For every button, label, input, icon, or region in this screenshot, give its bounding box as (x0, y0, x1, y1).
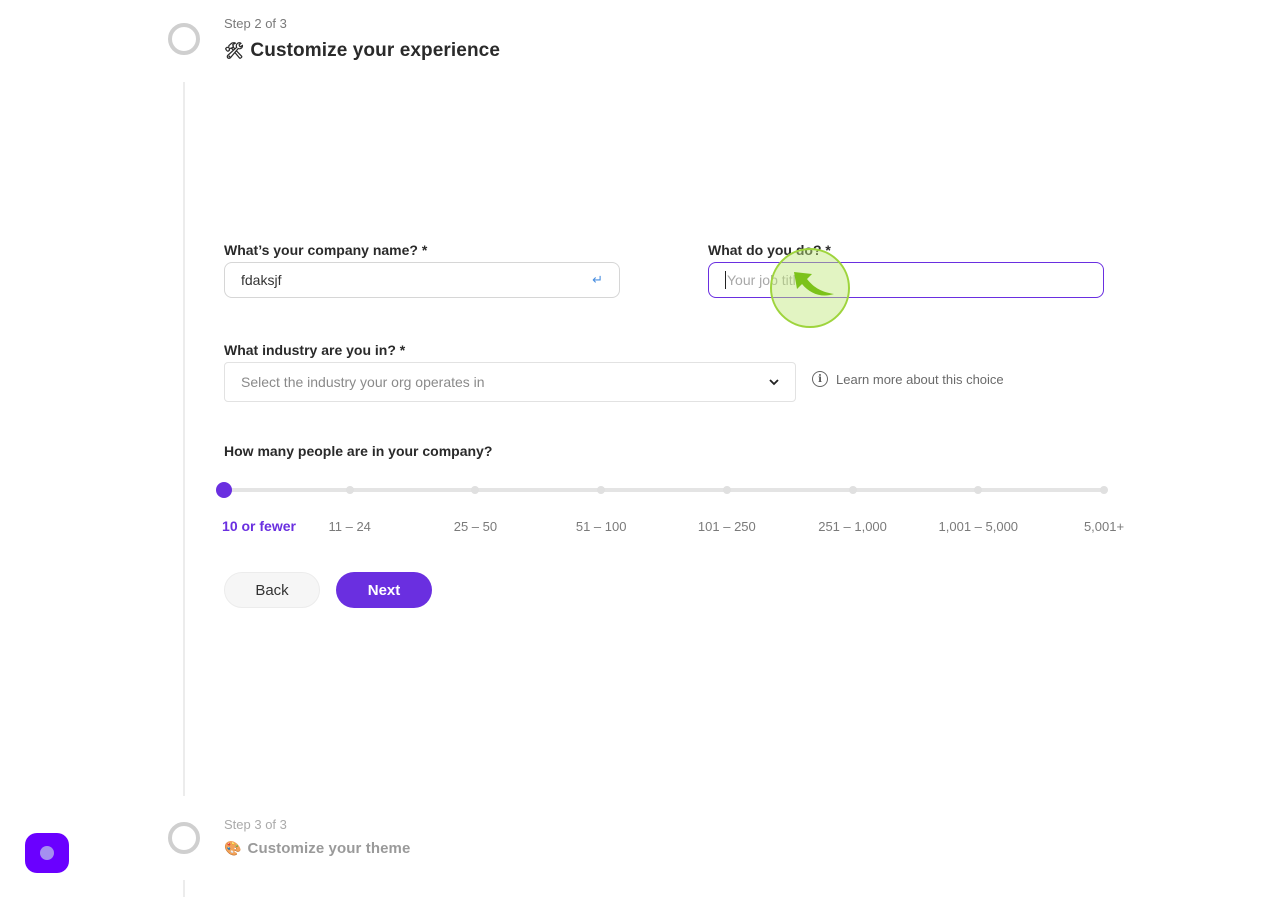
onboarding-page: Step 2 of 3 🛠 Customize your experience … (0, 0, 1280, 897)
step-connector-line (183, 82, 185, 796)
company-name-input[interactable]: fdaksjf ↵ (224, 262, 620, 298)
company-name-value: fdaksjf (241, 272, 282, 288)
step-2-title-text: Customize your experience (250, 40, 501, 61)
tools-icon: 🛠 (224, 43, 245, 60)
industry-placeholder: Select the industry your org operates in (241, 374, 485, 390)
company-size-slider-stop[interactable] (471, 486, 480, 494)
company-size-slider-track[interactable] (224, 488, 1104, 492)
company-name-label: What’s your company name? * (224, 242, 428, 258)
chevron-down-icon (769, 379, 779, 386)
learn-more-link[interactable]: i Learn more about this choice (812, 371, 1004, 387)
company-size-option-label[interactable]: 101 – 250 (698, 519, 756, 534)
step-connector-line-bottom (183, 880, 185, 897)
industry-label: What industry are you in? * (224, 342, 406, 358)
next-button[interactable]: Next (336, 572, 432, 608)
job-title-input[interactable]: Your job title (708, 262, 1104, 298)
company-size-option-label[interactable]: 5,001+ (1084, 519, 1124, 534)
info-icon: i (812, 371, 828, 387)
company-size-slider-stop[interactable] (722, 486, 731, 494)
company-size-slider-stop[interactable] (597, 486, 606, 494)
company-size-option-label[interactable]: 25 – 50 (454, 519, 497, 534)
industry-select[interactable]: Select the industry your org operates in (224, 362, 796, 402)
step-3-counter: Step 3 of 3 (224, 817, 287, 832)
palette-icon: 🎨 (224, 840, 242, 856)
company-size-option-label[interactable]: 11 – 24 (328, 519, 370, 534)
enter-key-icon[interactable]: ↵ (592, 272, 603, 288)
company-size-label: How many people are in your company? (224, 443, 493, 459)
chat-widget-button[interactable] (25, 833, 69, 873)
back-button[interactable]: Back (224, 572, 320, 608)
company-size-slider-stop[interactable] (848, 486, 857, 494)
company-size-slider-stop[interactable] (974, 486, 983, 494)
company-size-slider-stop[interactable] (345, 486, 354, 494)
company-size-option-label[interactable]: 1,001 – 5,000 (939, 519, 1019, 534)
step-3-title: 🎨 Customize your theme (224, 840, 410, 857)
company-size-option-label[interactable]: 10 or fewer (222, 518, 296, 534)
step-3-title-text: Customize your theme (247, 840, 411, 857)
company-size-slider-thumb[interactable] (216, 482, 232, 498)
learn-more-text: Learn more about this choice (836, 371, 1004, 387)
step-2-indicator (168, 23, 200, 55)
text-caret (725, 271, 726, 289)
company-size-option-label[interactable]: 51 – 100 (576, 519, 627, 534)
chat-widget-dot-icon (40, 846, 54, 860)
company-size-option-label[interactable]: 251 – 1,000 (818, 519, 887, 534)
cursor-arrow-icon (794, 272, 834, 296)
step-3-indicator (168, 822, 200, 854)
step-2-counter: Step 2 of 3 (224, 16, 287, 31)
company-size-slider-stop[interactable] (1100, 486, 1108, 494)
step-2-title: 🛠 Customize your experience (224, 40, 500, 62)
